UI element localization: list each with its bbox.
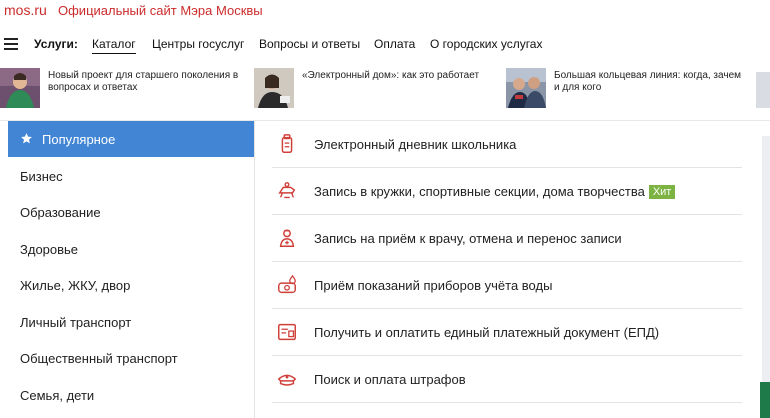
- service-item-payment-document[interactable]: Получить и оплатить единый платежный док…: [272, 309, 742, 356]
- sidebar-item-label: Жилье, ЖКУ, двор: [20, 278, 131, 293]
- nav-item-faq[interactable]: Вопросы и ответы: [259, 37, 360, 51]
- services-nav: Услуги: Каталог Центры госуслуг Вопросы …: [0, 30, 770, 60]
- water-meter-icon: [278, 274, 296, 294]
- sidebar-item-business[interactable]: Бизнес: [8, 158, 254, 194]
- news-title: Большая кольцевая линия: когда, зачем и …: [554, 70, 741, 94]
- menu-icon[interactable]: [4, 38, 18, 50]
- nav-item-service-centers[interactable]: Центры госуслуг: [152, 37, 244, 51]
- sidebar-item-popular[interactable]: Популярное: [8, 121, 254, 157]
- site-title[interactable]: Официальный сайт Мэра Москвы: [58, 3, 263, 18]
- news-title: «Электронный дом»: как это работает: [302, 70, 479, 82]
- service-label: Приём показаний приборов учёта воды: [314, 278, 553, 293]
- sidebar-item-label: Личный транспорт: [20, 315, 132, 330]
- site-logo[interactable]: mos.ru: [4, 2, 47, 18]
- news-title-line: вопросах и ответах: [48, 82, 138, 93]
- news-card[interactable]: Новый проект для старшего поколения в во…: [0, 68, 250, 112]
- news-title: Новый проект для старшего поколения в во…: [48, 70, 238, 94]
- nav-item-catalog[interactable]: Каталог: [92, 37, 136, 54]
- divider: [254, 121, 255, 418]
- sidebar-item-label: Образование: [20, 205, 101, 220]
- news-thumbnail: [0, 68, 40, 108]
- service-label-text: Запись в кружки, спортивные секции, дома…: [314, 184, 645, 199]
- sidebar-item-family[interactable]: Семья, дети: [8, 377, 254, 413]
- sidebar-item-label: Популярное: [42, 132, 116, 147]
- clubs-icon: [278, 182, 296, 199]
- nav-item-payment[interactable]: Оплата: [374, 37, 415, 51]
- sidebar-item-personal-transport[interactable]: Личный транспорт: [8, 304, 254, 340]
- sidebar-item-education[interactable]: Образование: [8, 194, 254, 230]
- sidebar-item-housing[interactable]: Жилье, ЖКУ, двор: [8, 267, 254, 303]
- nav-item-about[interactable]: О городских услугах: [430, 37, 542, 51]
- feedback-tab[interactable]: [760, 382, 770, 418]
- service-item-doctor[interactable]: Запись на приём к врачу, отмена и перено…: [272, 215, 742, 262]
- news-title-line: и для кого: [554, 82, 602, 93]
- service-item-fines[interactable]: Поиск и оплата штрафов: [272, 356, 742, 403]
- brand-bar: mos.ru Официальный сайт Мэра Москвы: [0, 0, 770, 24]
- sidebar-item-label: Семья, дети: [20, 388, 95, 403]
- school-diary-icon: [281, 134, 293, 153]
- news-title-line: Большая кольцевая линия: когда, зачем: [554, 70, 742, 81]
- news-thumbnail: [506, 68, 546, 108]
- star-icon: [21, 133, 32, 144]
- service-item-water-meter[interactable]: Приём показаний приборов учёта воды: [272, 262, 742, 309]
- sidebar-item-public-transport[interactable]: Общественный транспорт: [8, 340, 254, 376]
- news-scroll-next[interactable]: [756, 72, 770, 108]
- service-item-school-diary[interactable]: Электронный дневник школьника: [272, 121, 742, 168]
- news-title-line: Новый проект для старшего поколения в: [48, 70, 239, 81]
- news-strip: Новый проект для старшего поколения в во…: [0, 68, 770, 114]
- doctor-icon: [279, 229, 295, 247]
- news-card[interactable]: «Электронный дом»: как это работает: [254, 68, 504, 112]
- service-item-clubs[interactable]: Запись в кружки, спортивные секции, дома…: [272, 168, 742, 215]
- news-thumbnail: [254, 68, 294, 108]
- nav-label: Услуги:: [34, 37, 78, 51]
- service-label: Запись на приём к врачу, отмена и перено…: [314, 231, 622, 246]
- service-label: Поиск и оплата штрафов: [314, 372, 466, 387]
- sidebar-item-health[interactable]: Здоровье: [8, 231, 254, 267]
- service-label: Электронный дневник школьника: [314, 137, 517, 152]
- news-title-line: «Электронный дом»: как это работает: [302, 70, 480, 81]
- category-sidebar: Популярное Бизнес Образование Здоровье Ж…: [8, 121, 254, 418]
- sidebar-item-label: Общественный транспорт: [20, 351, 178, 366]
- police-cap-icon: [277, 374, 297, 386]
- hit-badge: Хит: [648, 185, 676, 199]
- payment-document-icon: [278, 323, 296, 341]
- scrollbar[interactable]: [762, 136, 770, 418]
- news-card[interactable]: Большая кольцевая линия: когда, зачем и …: [506, 68, 756, 112]
- sidebar-item-label: Здоровье: [20, 242, 79, 257]
- service-label: Запись в кружки, спортивные секции, дома…: [314, 184, 676, 199]
- service-label: Получить и оплатить единый платежный док…: [314, 325, 660, 340]
- sidebar-item-label: Бизнес: [20, 169, 63, 184]
